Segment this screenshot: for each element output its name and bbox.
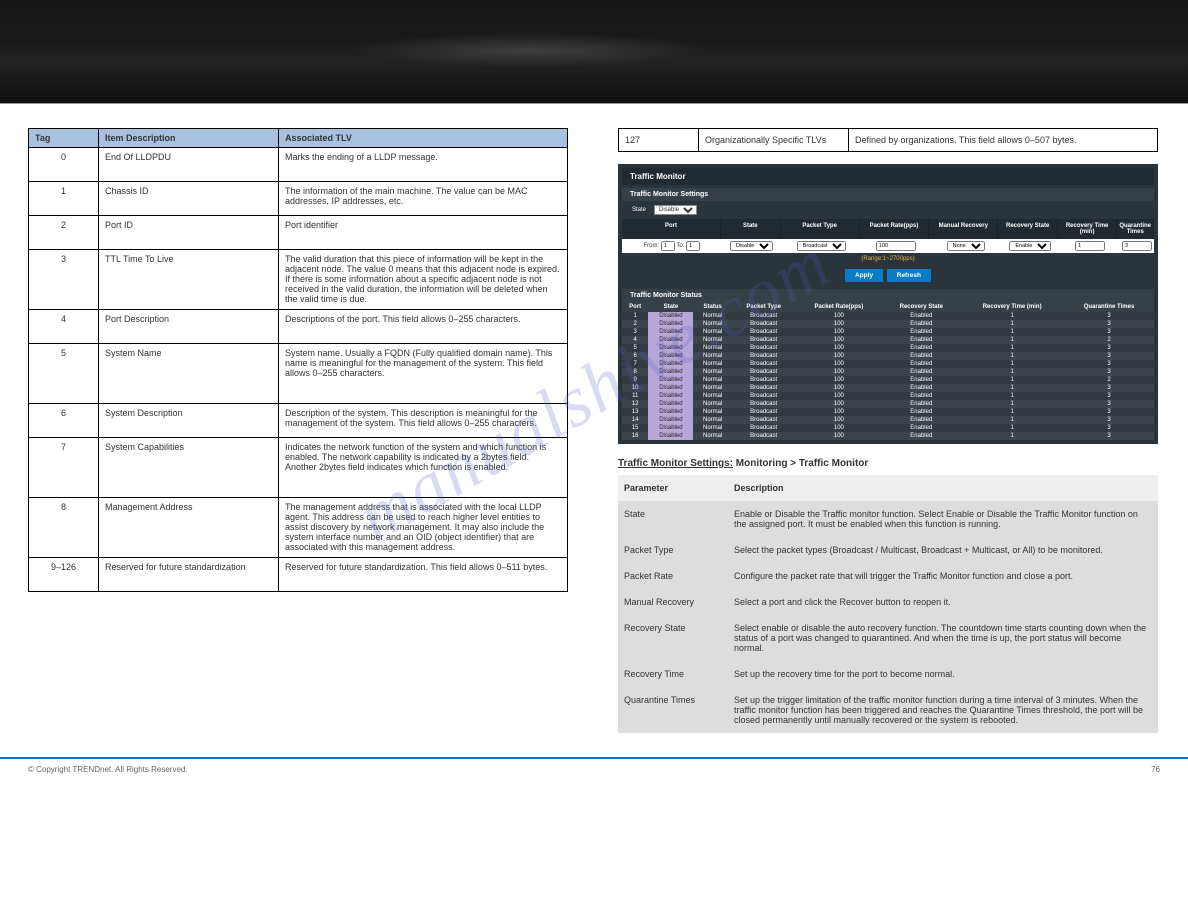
col-tlv: Associated TLV [279, 129, 568, 148]
status-row: 12DisabledNormalBroadcast100Enabled13 [622, 400, 1154, 408]
to-label: To: [676, 243, 684, 249]
hdr-rate: Packet Rate(pps) [860, 219, 929, 239]
hdr-manual: Manual Recovery [929, 219, 998, 239]
table-row: 1Chassis IDThe information of the main m… [29, 182, 568, 216]
status-row: 14DisabledNormalBroadcast100Enabled13 [622, 416, 1154, 424]
status-col: Recovery State [882, 302, 960, 312]
settings-row: Packet TypeSelect the packet types (Broa… [618, 537, 1158, 563]
hdr-rstate: Recovery State [998, 219, 1057, 239]
sc-filter-row: From: To: Disable Broadcast None Enable [622, 239, 1154, 253]
from-input[interactable] [661, 241, 675, 251]
status-row: 6DisabledNormalBroadcast100Enabled13 [622, 352, 1154, 360]
table-row: 7System CapabilitiesIndicates the networ… [29, 438, 568, 498]
filter-qtimes[interactable] [1122, 241, 1152, 251]
status-col: Packet Rate(pps) [795, 302, 882, 312]
refresh-button[interactable]: Refresh [887, 269, 931, 282]
sc-status-table: PortStateStatusPacket TypePacket Rate(pp… [622, 302, 1154, 440]
status-row: 11DisabledNormalBroadcast100Enabled13 [622, 392, 1154, 400]
table-row: 9–126Reserved for future standardization… [29, 558, 568, 592]
gcol-param: Parameter [618, 475, 728, 501]
filter-ptype[interactable]: Broadcast [797, 241, 846, 251]
status-row: 13DisabledNormalBroadcast100Enabled13 [622, 408, 1154, 416]
settings-row: Quarantine TimesSet up the trigger limit… [618, 687, 1158, 733]
status-col: State [648, 302, 693, 312]
status-col: Recovery Time (min) [960, 302, 1064, 312]
gcol-desc: Description [728, 475, 1158, 501]
table-row: 127Organizationally Specific TLVsDefined… [619, 129, 1158, 152]
status-col: Status [693, 302, 731, 312]
col-tag: Tag [29, 129, 99, 148]
table-row: 6System DescriptionDescription of the sy… [29, 404, 568, 438]
status-row: 7DisabledNormalBroadcast100Enabled13 [622, 360, 1154, 368]
status-row: 2DisabledNormalBroadcast100Enabled13 [622, 320, 1154, 328]
sc-header-row: Port State Packet Type Packet Rate(pps) … [622, 219, 1154, 239]
settings-row: Packet RateConfigure the packet rate tha… [618, 563, 1158, 589]
sc-settings-title: Traffic Monitor Settings [622, 188, 1154, 201]
footer: © Copyright TRENDnet. All Rights Reserve… [0, 757, 1188, 780]
hdr-ptype: Packet Type [781, 219, 860, 239]
status-col: Packet Type [732, 302, 796, 312]
from-label: From: [644, 243, 660, 249]
page-number: 76 [1151, 765, 1160, 774]
sc-state-select[interactable]: Disable [654, 205, 697, 215]
col-item: Item Description [99, 129, 279, 148]
status-row: 9DisabledNormalBroadcast100Enabled12 [622, 376, 1154, 384]
copyright: © Copyright TRENDnet. All Rights Reserve… [28, 765, 1151, 774]
status-col: Port [622, 302, 648, 312]
sc-title: Traffic Monitor [622, 168, 1154, 185]
filter-rtime[interactable] [1075, 241, 1105, 251]
filter-rstate[interactable]: Enable [1009, 241, 1051, 251]
hdr-rtime: Recovery Time (min) [1058, 219, 1117, 239]
table-row: 2Port IDPort identifier [29, 216, 568, 250]
filter-state[interactable]: Disable [730, 241, 773, 251]
settings-row: Manual RecoverySelect a port and click t… [618, 589, 1158, 615]
right-top-table: 127Organizationally Specific TLVsDefined… [618, 128, 1158, 152]
filter-manual[interactable]: None [947, 241, 985, 251]
table-row: 8Management AddressThe management addres… [29, 498, 568, 558]
hdr-port: Port [622, 219, 721, 239]
to-input[interactable] [686, 241, 700, 251]
sc-range: (Range:1~2700pps) [622, 253, 1154, 265]
left-spec-table: Tag Item Description Associated TLV 0End… [28, 128, 568, 592]
status-row: 4DisabledNormalBroadcast100Enabled12 [622, 336, 1154, 344]
status-row: 1DisabledNormalBroadcast100Enabled13 [622, 312, 1154, 320]
status-row: 16DisabledNormalBroadcast100Enabled13 [622, 432, 1154, 440]
status-col: Quarantine Times [1064, 302, 1154, 312]
status-row: 8DisabledNormalBroadcast100Enabled13 [622, 368, 1154, 376]
traffic-monitor-screenshot: Traffic Monitor Traffic Monitor Settings… [618, 164, 1158, 444]
hdr-qtimes: Quarantine Times [1117, 219, 1154, 239]
settings-row: StateEnable or Disable the Traffic monit… [618, 501, 1158, 537]
settings-row: Recovery StateSelect enable or disable t… [618, 615, 1158, 661]
status-row: 3DisabledNormalBroadcast100Enabled13 [622, 328, 1154, 336]
settings-table: Parameter Description StateEnable or Dis… [618, 475, 1158, 733]
table-row: 3TTL Time To LiveThe valid duration that… [29, 250, 568, 310]
table-row: 4Port DescriptionDescriptions of the por… [29, 310, 568, 344]
table-row: 0End Of LLDPDUMarks the ending of a LLDP… [29, 148, 568, 182]
header-banner [0, 0, 1188, 104]
status-row: 15DisabledNormalBroadcast100Enabled13 [622, 424, 1154, 432]
filter-rate[interactable] [876, 241, 916, 251]
apply-button[interactable]: Apply [845, 269, 883, 282]
status-row: 5DisabledNormalBroadcast100Enabled13 [622, 344, 1154, 352]
sc-status-title: Traffic Monitor Status [622, 289, 1154, 302]
settings-heading: Traffic Monitor Settings: Monitoring > T… [618, 458, 1158, 469]
settings-row: Recovery TimeSet up the recovery time fo… [618, 661, 1158, 687]
status-row: 10DisabledNormalBroadcast100Enabled13 [622, 384, 1154, 392]
table-row: 5System NameSystem name. Usually a FQDN … [29, 344, 568, 404]
hdr-state: State [721, 219, 780, 239]
sc-state-label: State [632, 207, 646, 213]
